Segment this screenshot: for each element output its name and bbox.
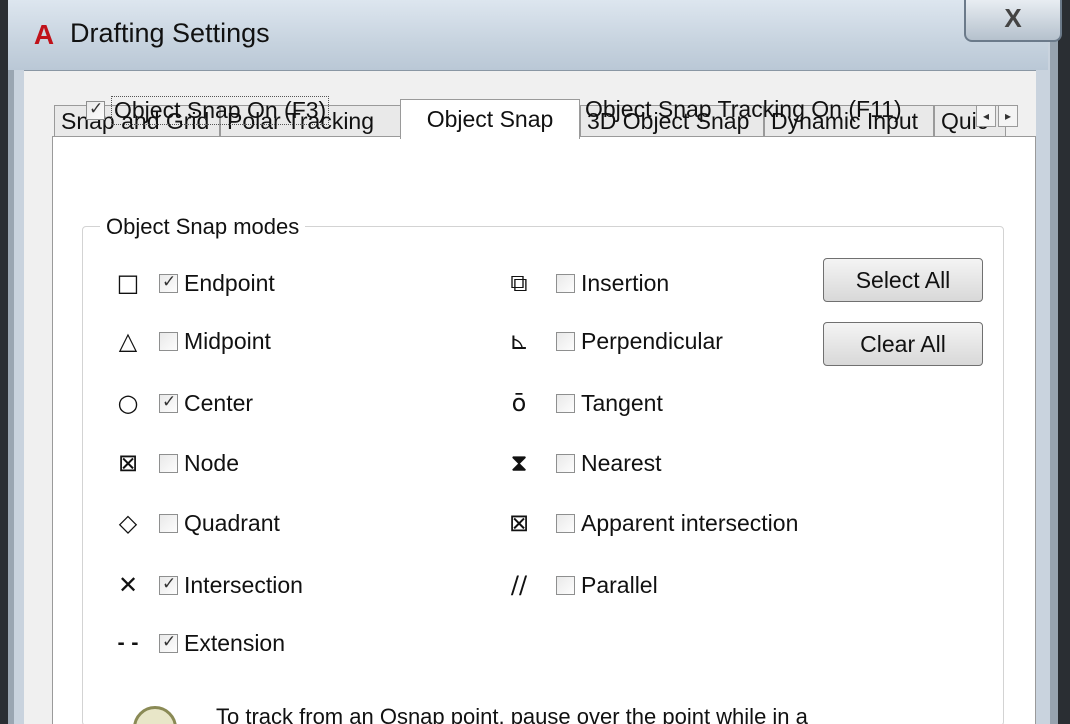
parallel-label[interactable]: Parallel — [581, 572, 658, 599]
object-snap-on-label[interactable]: Object Snap On (F3) — [111, 96, 330, 125]
close-button[interactable]: X — [964, 0, 1062, 42]
mode-tangent[interactable]: ō Tangent — [504, 388, 663, 418]
insertion-marker-icon: ⧉ — [510, 269, 528, 297]
midpoint-label[interactable]: Midpoint — [184, 328, 271, 355]
extension-label[interactable]: Extension — [184, 630, 285, 657]
nearest-checkbox[interactable] — [556, 453, 575, 473]
insertion-checkbox[interactable] — [556, 273, 575, 293]
window-title: Drafting Settings — [70, 18, 270, 48]
window-frame-left — [0, 0, 24, 724]
tangent-marker-icon: ō — [511, 389, 527, 417]
autocad-logo-icon: A — [33, 19, 55, 50]
center-label[interactable]: Center — [184, 390, 253, 417]
select-all-button[interactable]: Select All — [823, 258, 983, 302]
nearest-marker-icon: ⧗ — [510, 449, 528, 477]
tab-scroll-left-icon[interactable]: ◂ — [976, 105, 996, 127]
midpoint-checkbox[interactable] — [159, 331, 178, 351]
node-label[interactable]: Node — [184, 450, 239, 477]
parallel-marker-icon: ∕∕ — [510, 571, 528, 599]
mode-endpoint[interactable]: □ Endpoint — [113, 268, 275, 298]
mode-nearest[interactable]: ⧗ Nearest — [504, 448, 662, 478]
endpoint-checkbox[interactable] — [159, 272, 178, 293]
apparent-intersection-marker-icon: ⊠ — [508, 509, 530, 537]
tangent-label[interactable]: Tangent — [581, 390, 663, 417]
tab-scroll-right-icon[interactable]: ▸ — [998, 105, 1018, 127]
nearest-label[interactable]: Nearest — [581, 450, 662, 477]
node-marker-icon: ⊠ — [117, 449, 139, 477]
mode-extension[interactable]: - - Extension — [113, 628, 285, 658]
tracking-hint-text: To track from an Osnap point, pause over… — [216, 704, 808, 724]
apparent-intersection-label[interactable]: Apparent intersection — [581, 510, 798, 537]
insertion-label[interactable]: Insertion — [581, 270, 669, 297]
perpendicular-checkbox[interactable] — [556, 331, 575, 351]
object-snap-on-checkbox[interactable] — [86, 99, 105, 120]
mode-insertion[interactable]: ⧉ Insertion — [504, 268, 669, 298]
parallel-checkbox[interactable] — [556, 575, 575, 595]
mode-apparent-intersection[interactable]: ⊠ Apparent intersection — [504, 508, 798, 538]
tab-object-snap[interactable]: Object Snap — [400, 99, 580, 139]
mode-perpendicular[interactable]: ⊾ Perpendicular — [504, 326, 723, 356]
perpendicular-marker-icon: ⊾ — [508, 327, 530, 355]
mode-midpoint[interactable]: △ Midpoint — [113, 326, 271, 356]
quadrant-label[interactable]: Quadrant — [184, 510, 280, 537]
object-snap-on-option[interactable]: Object Snap On (F3) — [86, 96, 330, 125]
object-snap-modes-title: Object Snap modes — [100, 214, 306, 240]
extension-checkbox[interactable] — [159, 632, 178, 653]
endpoint-marker-icon: □ — [116, 269, 140, 297]
mode-intersection[interactable]: ✕ Intersection — [113, 570, 303, 600]
mode-center[interactable]: ○ Center — [113, 388, 254, 418]
center-checkbox[interactable] — [159, 392, 178, 413]
object-snap-tracking-label[interactable]: Object Snap Tracking On (F11) — [585, 96, 902, 123]
quadrant-marker-icon: ◇ — [118, 509, 138, 537]
apparent-intersection-checkbox[interactable] — [556, 513, 575, 533]
mode-quadrant[interactable]: ◇ Quadrant — [113, 508, 280, 538]
endpoint-label[interactable]: Endpoint — [184, 270, 275, 297]
intersection-checkbox[interactable] — [159, 574, 178, 595]
perpendicular-label[interactable]: Perpendicular — [581, 328, 723, 355]
tangent-checkbox[interactable] — [556, 393, 575, 413]
midpoint-marker-icon: △ — [118, 327, 138, 355]
intersection-marker-icon: ✕ — [117, 571, 139, 599]
clear-all-button[interactable]: Clear All — [823, 322, 983, 366]
object-snap-tracking-option[interactable]: Object Snap Tracking On (F11) — [560, 96, 902, 123]
window-frame-right — [1036, 0, 1070, 724]
intersection-label[interactable]: Intersection — [184, 572, 303, 599]
mode-node[interactable]: ⊠ Node — [113, 448, 239, 478]
extension-marker-icon: - - — [117, 632, 139, 654]
node-checkbox[interactable] — [159, 453, 178, 473]
quadrant-checkbox[interactable] — [159, 513, 178, 533]
mode-parallel[interactable]: ∕∕ Parallel — [504, 570, 658, 600]
center-marker-icon: ○ — [117, 389, 139, 417]
